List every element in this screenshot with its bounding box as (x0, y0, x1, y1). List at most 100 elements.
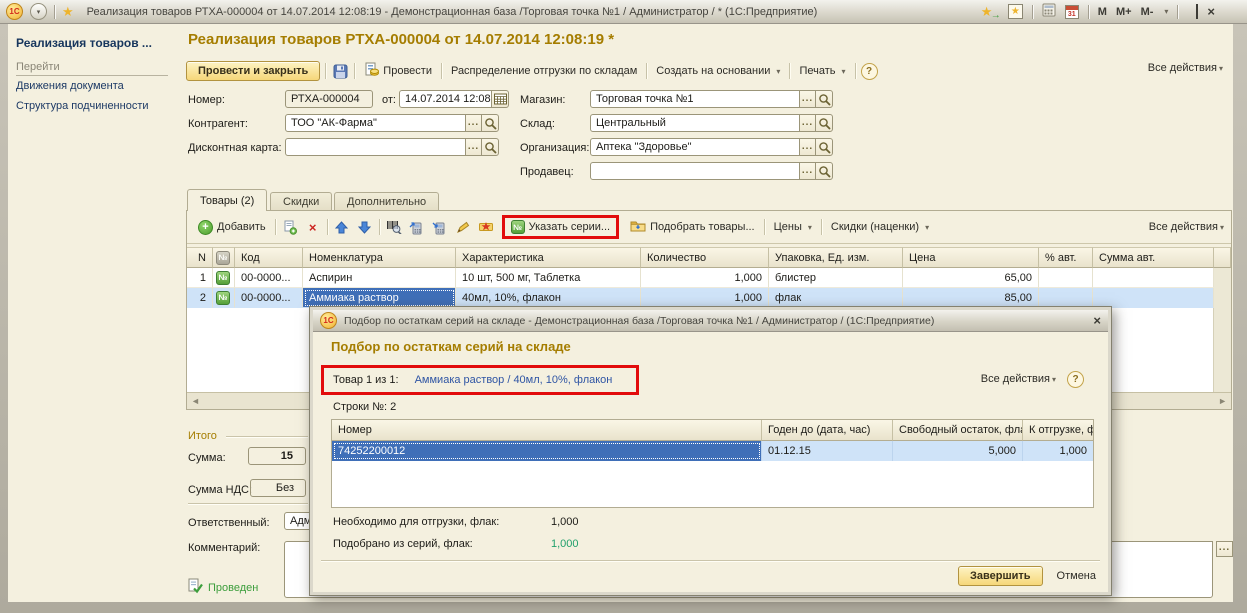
move-down-icon[interactable] (356, 217, 374, 237)
col-free-balance[interactable]: Свободный остаток, флак (893, 420, 1023, 441)
sidebar-item-structure[interactable]: Структура подчиненности (16, 100, 149, 112)
post-and-close-button[interactable]: Провести и закрыть (186, 61, 320, 81)
favorites-star-icon[interactable]: ★ (62, 5, 74, 18)
finish-button[interactable]: Завершить (958, 566, 1043, 586)
sum-field[interactable]: 15 (248, 447, 306, 465)
col-nomenclature[interactable]: Номенклатура (303, 247, 456, 268)
col-n[interactable]: N (187, 247, 213, 268)
dialog-all-actions-button[interactable]: Все действия ▾ (981, 373, 1056, 385)
col-series-number[interactable]: Номер (332, 420, 762, 441)
distribution-button[interactable]: Распределение отгрузки по складам (447, 63, 641, 79)
sidebar-item-movements[interactable]: Движения документа (16, 80, 124, 92)
organization-field[interactable]: Аптека "Здоровье" (590, 138, 800, 156)
price-tag-icon[interactable] (477, 217, 495, 237)
col-characteristic[interactable]: Характеристика (456, 247, 641, 268)
col-expiry[interactable]: Годен до (дата, час) (762, 420, 893, 441)
tab-additional[interactable]: Дополнительно (334, 192, 439, 211)
calendar-icon[interactable]: 31 (1065, 5, 1079, 19)
terminal-unload-icon[interactable] (431, 217, 449, 237)
col-sum-auto[interactable]: Сумма авт. (1093, 247, 1214, 268)
tab-goods[interactable]: Товары (2) (187, 189, 267, 211)
rows-counter: Строки №: 2 (333, 401, 396, 413)
discount-card-label: Дисконтная карта: (188, 140, 282, 156)
counterparty-search-button[interactable] (481, 114, 499, 132)
counterparty-field[interactable]: ТОО "АК-Фарма" (285, 114, 466, 132)
add-row-button[interactable]: + Добавить (194, 218, 270, 237)
chevron-down-icon: ▾ (808, 223, 812, 232)
page-title: Реализация товаров РТХА-000004 от 14.07.… (188, 31, 614, 48)
pick-goods-button[interactable]: Подобрать товары... (626, 217, 759, 237)
close-button[interactable]: × (1207, 5, 1215, 18)
shop-field[interactable]: Торговая точка №1 (590, 90, 800, 108)
prices-button[interactable]: Цены ▾ (770, 219, 816, 235)
goods-table-vscroll[interactable] (1214, 268, 1231, 392)
shop-search-button[interactable] (815, 90, 833, 108)
posted-doc-check-icon (188, 578, 203, 597)
series-table-header: Номер Годен до (дата, час) Свободный ост… (332, 420, 1093, 441)
print-button[interactable]: Печать ▾ (795, 63, 849, 79)
titlebar-more-icon[interactable]: ▾ (1164, 7, 1168, 16)
table-row[interactable]: 1 № 00-0000... Аспирин 10 шт, 500 мг, Та… (187, 268, 1214, 288)
system-menu-button[interactable]: ▾ (30, 3, 47, 20)
add-to-favorites-icon[interactable]: ★ → (981, 4, 999, 20)
col-pack[interactable]: Упаковка, Ед. изм. (769, 247, 903, 268)
date-field[interactable]: 14.07.2014 12:08:19 (399, 90, 492, 108)
warehouse-search-button[interactable] (815, 114, 833, 132)
number-field[interactable]: РТХА-000004 (285, 90, 373, 108)
calculator-icon[interactable] (1042, 3, 1056, 20)
discount-card-select-button[interactable]: ... (465, 138, 482, 156)
counterparty-select-button[interactable]: ... (465, 114, 482, 132)
scroll-left-icon[interactable]: ◄ (191, 396, 200, 406)
favorites-list-icon[interactable]: ★ (1008, 4, 1023, 19)
help-icon[interactable]: ? (861, 63, 878, 80)
memory-button[interactable]: M (1098, 6, 1107, 18)
organization-select-button[interactable]: ... (799, 138, 816, 156)
seller-select-button[interactable]: ... (799, 162, 816, 180)
memory-minus-button[interactable]: M- (1141, 6, 1154, 18)
col-series-icon[interactable]: № (213, 247, 235, 268)
table-row-selected[interactable]: 2 № 00-0000... Аммиака раствор 40мл, 10%… (187, 288, 1214, 308)
series-number-icon: № (216, 271, 230, 285)
product-name[interactable]: Аммиака раствор / 40мл, 10%, флакон (415, 374, 613, 386)
delete-row-icon[interactable]: × (304, 217, 322, 237)
warehouse-select-button[interactable]: ... (799, 114, 816, 132)
sidebar-header[interactable]: Реализация товаров ... (16, 36, 152, 50)
pencil-icon[interactable] (454, 217, 472, 237)
maximize-button[interactable] (1196, 6, 1198, 18)
barcode-scan-icon[interactable] (385, 217, 403, 237)
specify-series-button[interactable]: № Указать серии... (511, 220, 610, 234)
memory-plus-button[interactable]: M+ (1116, 6, 1132, 18)
goods-all-actions-button[interactable]: Все действия ▾ (1149, 221, 1224, 233)
post-button[interactable]: Провести (360, 60, 436, 82)
dialog-close-icon[interactable]: × (1093, 314, 1101, 327)
sidebar-divider (16, 75, 168, 76)
shop-select-button[interactable]: ... (799, 90, 816, 108)
series-table-row-selected[interactable]: 74252200012 01.12.15 5,000 1,000 (332, 441, 1093, 461)
warehouse-field[interactable]: Центральный (590, 114, 800, 132)
seller-field[interactable] (590, 162, 800, 180)
form-all-actions-button[interactable]: Все действия ▾ (1148, 62, 1223, 74)
col-to-ship[interactable]: К отгрузке, флак (1023, 420, 1093, 441)
move-up-icon[interactable] (333, 217, 351, 237)
col-price[interactable]: Цена (903, 247, 1039, 268)
vat-field[interactable]: Без (250, 479, 306, 497)
save-icon[interactable] (331, 61, 349, 81)
seller-search-button[interactable] (815, 162, 833, 180)
date-calendar-button[interactable] (491, 90, 509, 108)
copy-row-icon[interactable] (281, 217, 299, 237)
dialog-help-icon[interactable]: ? (1067, 371, 1084, 388)
col-code[interactable]: Код (235, 247, 303, 268)
tab-discounts[interactable]: Скидки (270, 192, 332, 211)
col-quantity[interactable]: Количество (641, 247, 769, 268)
discount-card-search-button[interactable] (481, 138, 499, 156)
comment-expand-button[interactable]: ... (1216, 541, 1233, 557)
create-based-on-button[interactable]: Создать на основании ▾ (652, 63, 784, 79)
terminal-load-icon[interactable] (408, 217, 426, 237)
responsible-label: Ответственный: (188, 515, 270, 531)
organization-search-button[interactable] (815, 138, 833, 156)
cancel-button[interactable]: Отмена (1053, 568, 1100, 584)
discount-card-field[interactable] (285, 138, 466, 156)
discounts-button[interactable]: Скидки (наценки) ▾ (827, 219, 933, 235)
scroll-right-icon[interactable]: ► (1218, 396, 1227, 406)
col-pct-auto[interactable]: % авт. (1039, 247, 1093, 268)
